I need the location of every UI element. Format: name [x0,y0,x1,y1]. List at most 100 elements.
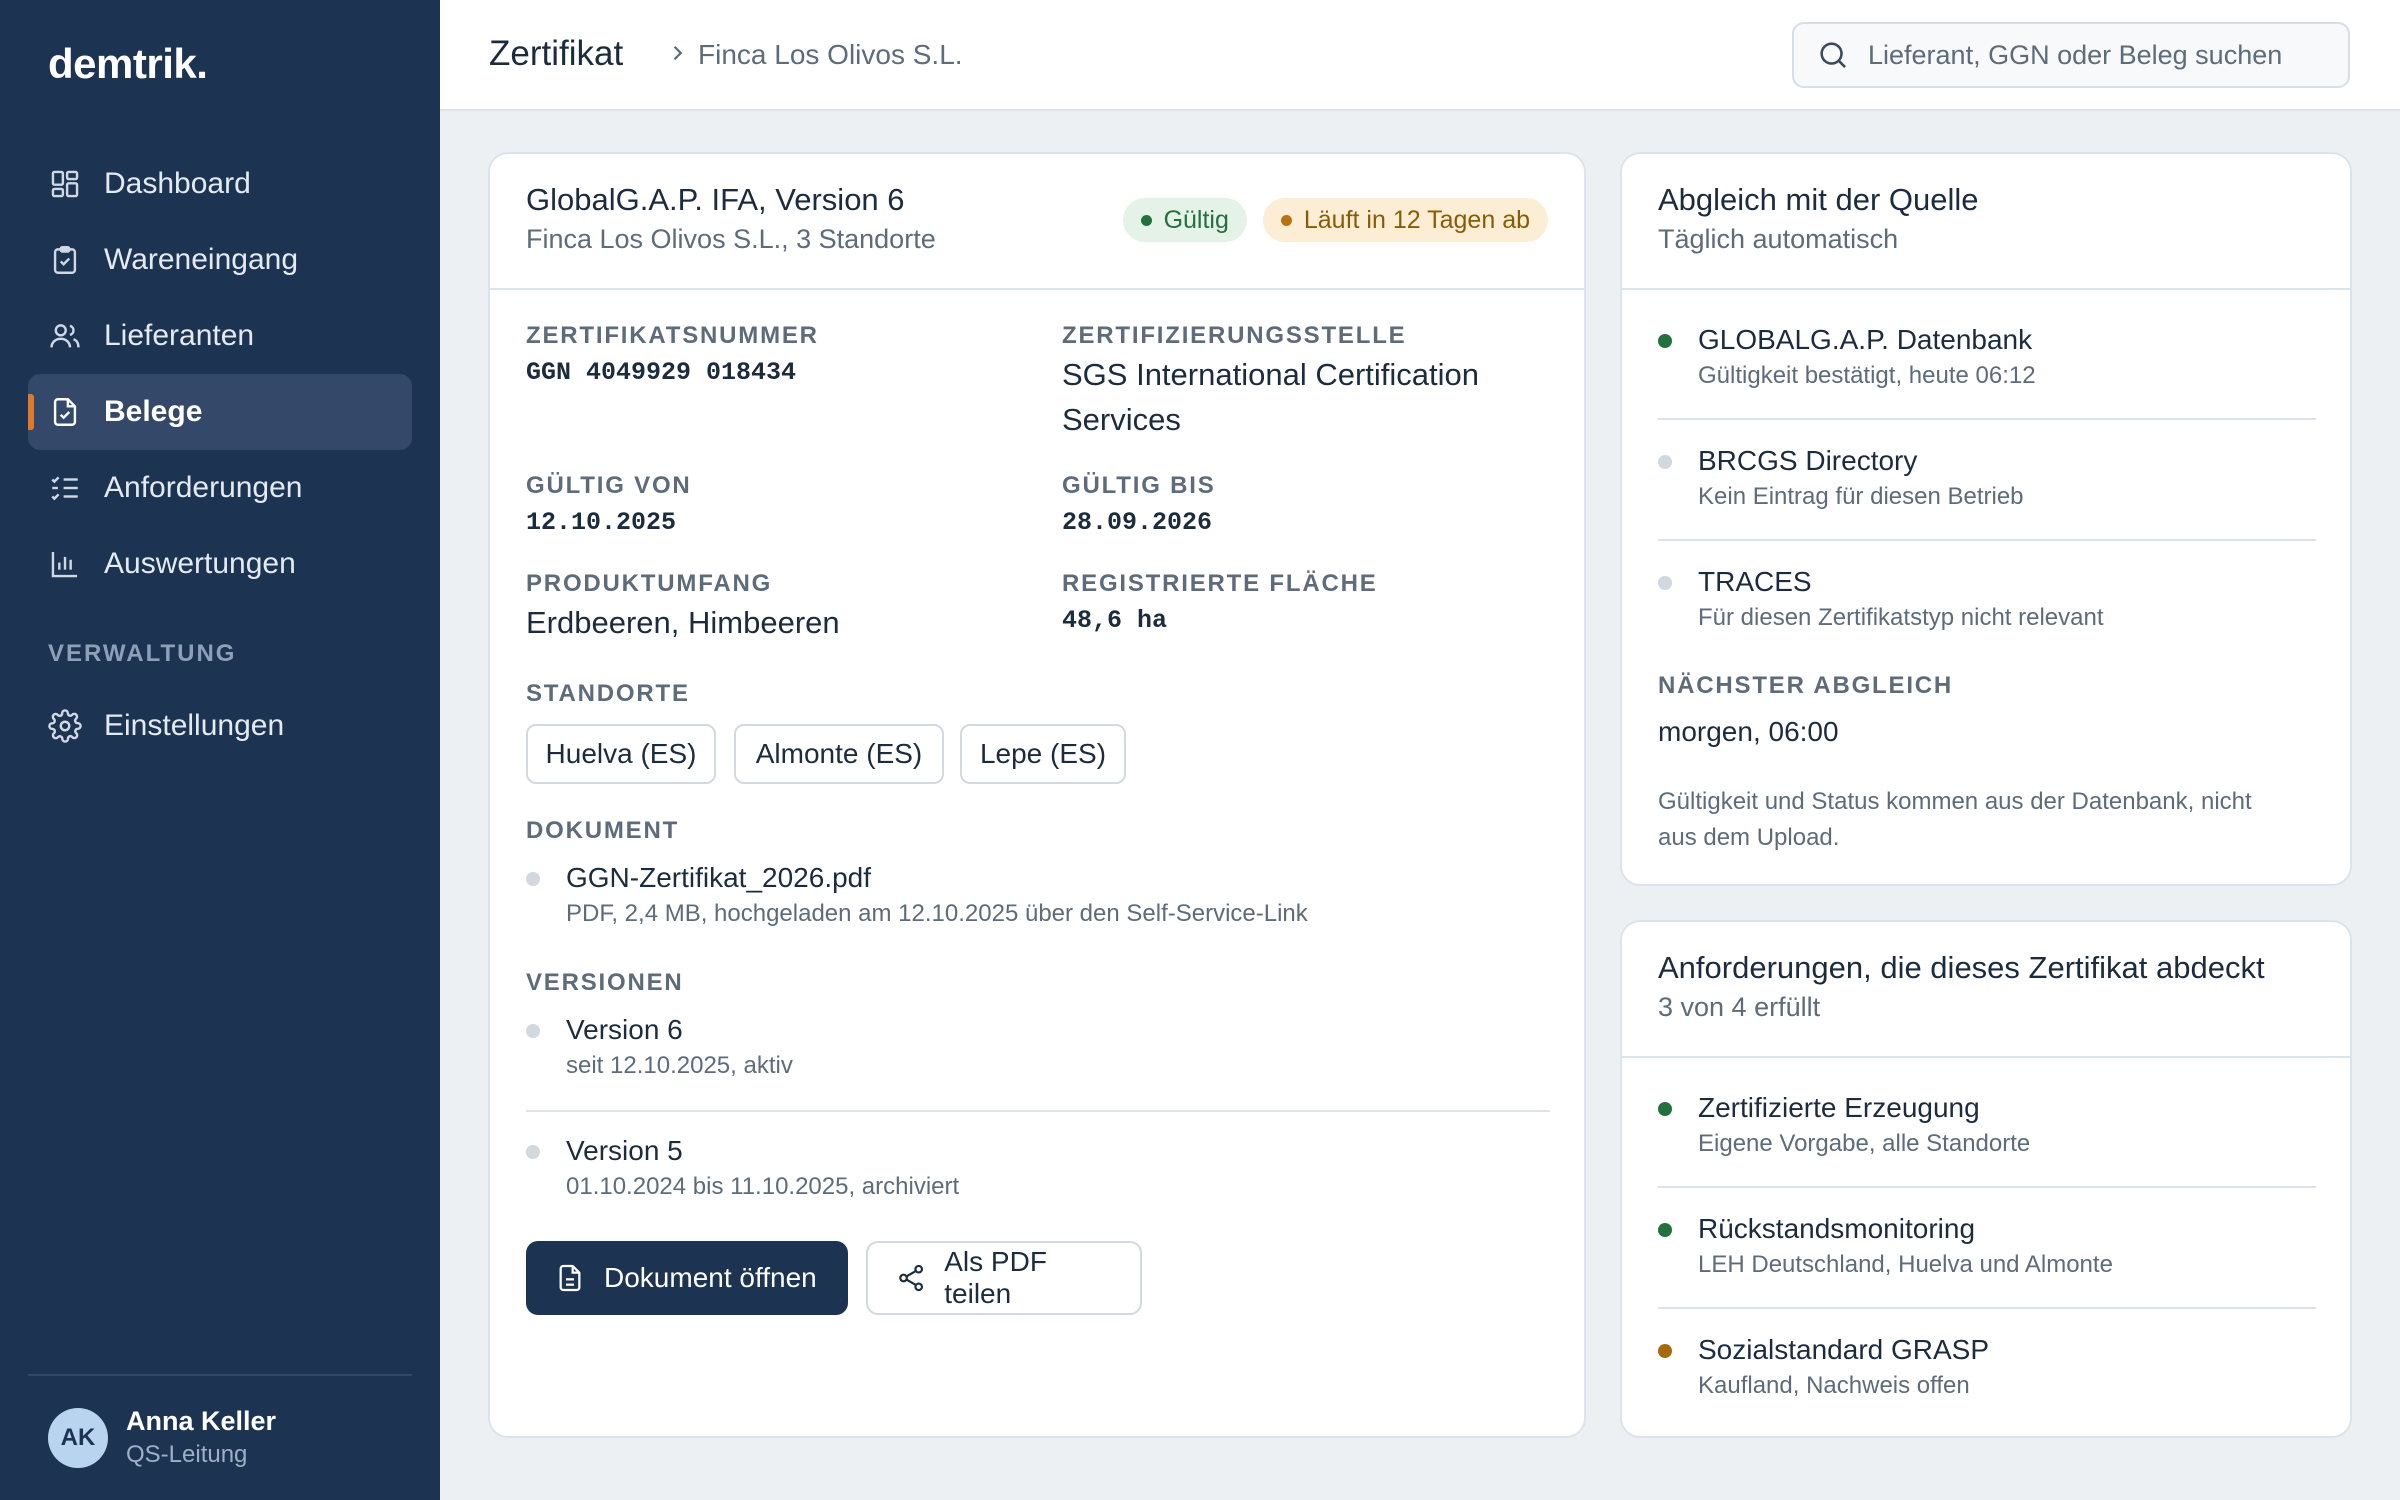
requirements-subtitle: 3 von 4 erfüllt [1658,992,1821,1022]
breadcrumb[interactable]: Finca Los Olivos S.L. [698,39,963,71]
divider [1658,1307,2316,1309]
source-note-line2: aus dem Upload. [1658,824,1840,851]
requirement-title: Sozialstandard GRASP [1698,1334,1990,1365]
requirements-title: Anforderungen, die dieses Zertifikat abd… [1658,950,2265,985]
sidebar-item-dashboard[interactable]: Dashboard [28,146,412,222]
bullet-dot [526,1024,540,1038]
sidebar-item-belege[interactable]: Belege [28,374,412,450]
button-label: Als PDF teilen [944,1246,1047,1309]
source-item-title: GLOBALG.A.P. Datenbank [1698,324,2033,355]
badge-label: Läuft in 12 Tagen ab [1303,205,1530,234]
divider [526,1110,1550,1112]
users-icon [50,324,80,348]
sidebar-item-label: Einstellungen [104,709,285,742]
product-scope-value: Erdbeeren, Himbeeren [526,605,840,640]
requirement-title: Rückstandsmonitoring [1698,1213,1976,1244]
sidebar-item-auswertungen[interactable]: Auswertungen [28,526,412,602]
sidebar-item-anforderungen[interactable]: Anforderungen [28,450,412,526]
certificate-card-header: GlobalG.A.P. IFA, Version 6 Finca Los Ol… [490,154,1584,290]
dashboard-icon [51,170,79,198]
source-title: Abgleich mit der Quelle [1658,182,1979,217]
divider [1658,418,2316,420]
chevron-right-icon [673,45,683,61]
source-item: GLOBALG.A.P. Datenbank Gültigkeit bestät… [1698,324,2036,390]
search-icon [1820,42,1846,68]
checklist-icon [51,476,78,501]
certification-body: SGS International Certification Services [1062,352,1479,442]
sidebar-item-label: Belege [104,395,203,428]
certification-body-label: ZERTIFIZIERUNGSSTELLE [1062,322,1407,349]
version-title: Version 6 [566,1014,683,1045]
valid-from-label: GÜLTIG VON [526,472,692,499]
valid-to-label: GÜLTIG BIS [1062,472,1216,499]
user-profile[interactable]: AK Anna Keller QS-Leitung [28,1374,412,1469]
version-title: Version 5 [566,1135,683,1166]
requirement-item[interactable]: Zertifizierte Erzeugung Eigene Vorgabe, … [1698,1092,2030,1158]
document-meta: PDF, 2,4 MB, hochgeladen am 12.10.2025 ü… [566,900,1308,927]
user-role: QS-Leitung [126,1441,248,1468]
sidebar-item-lieferanten[interactable]: Lieferanten [28,298,412,374]
top-header: Zertifikat Finca Los Olivos S.L. [440,0,2400,111]
clipboard-check-icon [53,246,77,274]
sidebar: demtrik. Dashboard Wareneingang Lieferan… [0,0,440,1500]
divider [1658,539,2316,541]
site-chip[interactable]: Huelva (ES) [526,724,716,784]
version-item[interactable]: Version 5 01.10.2024 bis 11.10.2025, arc… [566,1135,959,1201]
main-nav: Dashboard Wareneingang Lieferanten Beleg… [28,146,412,602]
status-dot-ok [1658,334,1672,348]
document-item[interactable]: GGN-Zertifikat_2026.pdf PDF, 2,4 MB, hoc… [566,862,1308,928]
requirements-card: Anforderungen, die dieses Zertifikat abd… [1620,920,2352,1438]
bar-chart-icon [51,551,78,578]
status-dot [1140,214,1152,226]
source-item: TRACES Für diesen Zertifikatstyp nicht r… [1698,566,2104,632]
product-scope-label: PRODUKTUMFANG [526,570,773,597]
requirement-sub: LEH Deutschland, Huelva und Almonte [1698,1251,2113,1278]
admin-nav: Einstellungen [28,688,412,764]
status-dot-ok [1658,1223,1672,1237]
section-label-verwaltung: VERWALTUNG [48,640,237,667]
sites-label: STANDORTE [526,680,690,707]
certification-body-line1: SGS International Certification [1062,357,1479,392]
status-badge-valid: Gültig [1122,198,1247,242]
source-note-line1: Gültigkeit und Status kommen aus der Dat… [1658,788,2252,815]
share-pdf-button[interactable]: Als PDF teilen [866,1241,1142,1315]
search-input[interactable] [1868,39,2338,71]
certification-body-line2: Services [1062,402,1181,437]
source-card-header: Abgleich mit der Quelle Täglich automati… [1622,154,2350,290]
button-label: Dokument öffnen [604,1262,817,1293]
bullet-dot [526,872,540,886]
sidebar-item-einstellungen[interactable]: Einstellungen [28,688,412,764]
version-item[interactable]: Version 6 seit 12.10.2025, aktiv [566,1014,793,1080]
site-chip[interactable]: Lepe (ES) [960,724,1126,784]
app-logo[interactable]: demtrik. [48,40,208,88]
version-sub: seit 12.10.2025, aktiv [566,1052,793,1079]
source-item-title: BRCGS Directory [1698,445,1918,476]
document-label: DOKUMENT [526,817,680,844]
open-document-button[interactable]: Dokument öffnen [526,1241,848,1315]
document-check-icon [53,398,77,426]
gear-icon [48,709,82,743]
sidebar-item-label: Dashboard [104,167,251,200]
site-chip[interactable]: Almonte (ES) [734,724,944,784]
requirement-item[interactable]: Rückstandsmonitoring LEH Deutschland, Hu… [1698,1213,2113,1279]
search-box[interactable] [1792,22,2350,88]
status-badge-expiry: Läuft in 12 Tagen ab [1262,198,1548,242]
version-sub: 01.10.2024 bis 11.10.2025, archiviert [566,1173,960,1200]
certificate-card: GlobalG.A.P. IFA, Version 6 Finca Los Ol… [488,152,1586,1438]
page-title: Zertifikat [489,34,624,73]
divider [1658,1186,2316,1188]
sidebar-item-label: Anforderungen [104,471,303,504]
sidebar-item-label: Lieferanten [104,319,255,352]
source-subtitle: Täglich automatisch [1658,224,1899,254]
requirement-sub: Eigene Vorgabe, alle Standorte [1698,1130,2031,1157]
sidebar-item-wareneingang[interactable]: Wareneingang [28,222,412,298]
requirement-sub: Kaufland, Nachweis offen [1698,1372,1970,1399]
user-name: Anna Keller [126,1406,277,1436]
share-icon [899,1264,924,1292]
valid-to-value: 28.09.2026 [1062,508,1213,537]
source-note: Gültigkeit und Status kommen aus der Dat… [1658,784,2252,856]
versions-label: VERSIONEN [526,969,684,996]
requirement-title: Zertifizierte Erzeugung [1698,1092,1980,1123]
requirement-item[interactable]: Sozialstandard GRASP Kaufland, Nachweis … [1698,1334,1989,1400]
badge-label: Gültig [1163,205,1229,234]
